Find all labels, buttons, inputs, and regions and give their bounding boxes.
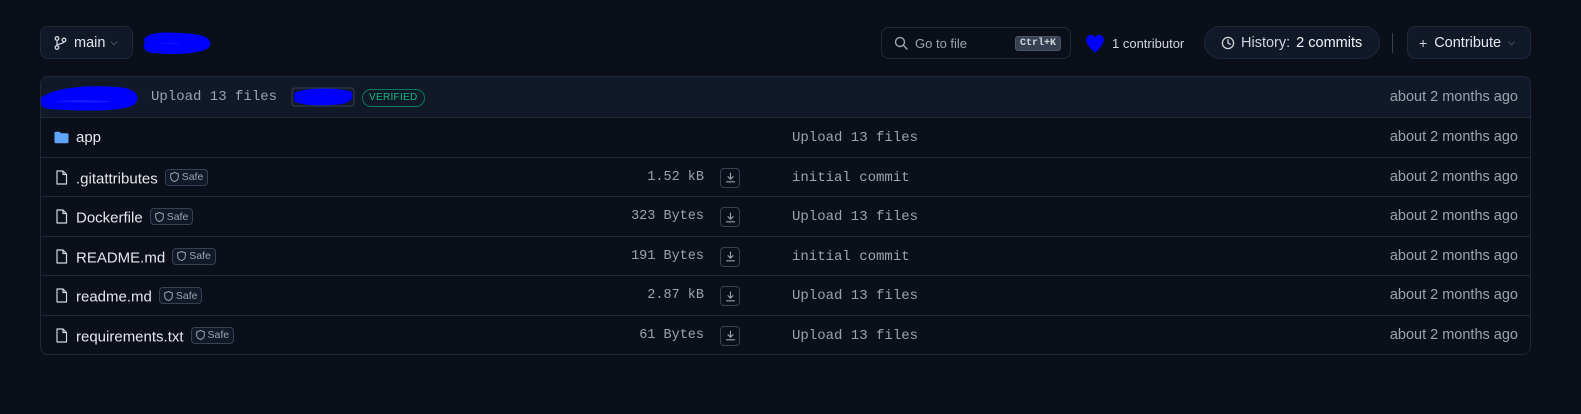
file-name-with-badge: requirements.txt Safe [76, 326, 235, 345]
file-row-requirements[interactable]: requirements.txt Safe 61 Bytes Upload 13 … [41, 315, 1530, 354]
file-size: 323 Bytes [631, 209, 704, 225]
file-commit-time: about 2 months ago [1389, 247, 1518, 264]
file-commit-message[interactable]: Upload 13 files [792, 130, 918, 146]
toolbar-divider [1392, 33, 1393, 53]
file-commit-message[interactable]: Upload 13 files [792, 328, 918, 344]
shield-icon [169, 172, 179, 183]
file-name[interactable]: readme.md [76, 289, 152, 306]
download-button[interactable] [720, 286, 740, 307]
chevron-down-icon: ⌵ [1508, 37, 1515, 47]
download-icon [725, 251, 735, 262]
go-to-file-search[interactable]: Go to file Ctrl+K [881, 27, 1071, 59]
file-name-with-badge: .gitattributes Safe [76, 168, 209, 187]
file-commit-time: about 2 months ago [1389, 208, 1518, 225]
file-icon [56, 328, 68, 343]
file-icon [56, 169, 68, 185]
file-commit-time: about 2 months ago [1389, 168, 1518, 185]
clock-icon [1221, 36, 1235, 49]
file-size: 191 Bytes [631, 248, 704, 264]
file-name[interactable]: .gitattributes [76, 170, 158, 187]
history-button[interactable]: History: 2 commits [1204, 26, 1380, 59]
contributor-avatar-redacted [1086, 34, 1104, 53]
verified-badge: VERIFIED [362, 89, 425, 107]
contribute-button[interactable]: + Contribute ⌵ [1407, 26, 1531, 59]
history-commit-count: 2 commits [1296, 34, 1363, 51]
file-commit-time: about 2 months ago [1389, 326, 1518, 343]
shield-icon [154, 211, 164, 222]
file-commit-time: about 2 months ago [1389, 129, 1518, 145]
safe-badge[interactable]: Safe [190, 326, 235, 344]
file-name[interactable]: README.md [76, 249, 165, 266]
download-button[interactable] [720, 246, 740, 267]
file-icon [56, 249, 68, 264]
file-commit-message[interactable]: Upload 13 files [792, 209, 918, 225]
file-size: 2.87 kB [647, 288, 704, 304]
file-commit-message[interactable]: Upload 13 files [792, 288, 918, 304]
file-size: 61 Bytes [639, 327, 704, 343]
file-name[interactable]: app [76, 129, 101, 146]
file-row-app[interactable]: app Upload 13 files about 2 months ago [41, 118, 1530, 158]
safe-label: Safe [189, 250, 211, 263]
file-name[interactable]: requirements.txt [76, 328, 184, 345]
safe-badge[interactable]: Safe [164, 168, 209, 186]
safe-label: Safe [207, 329, 230, 342]
contributors-count: 1 contributor [1112, 35, 1185, 51]
download-icon [725, 172, 735, 183]
safe-label: Safe [175, 289, 198, 302]
file-list: Upload 13 files VERIFIED about 2 months … [40, 76, 1531, 355]
safe-badge[interactable]: Safe [149, 208, 194, 226]
branch-selector-button[interactable]: main ⌵ [40, 26, 133, 59]
shield-icon [164, 290, 173, 301]
download-icon [725, 330, 735, 341]
redacted-username-scribble [143, 32, 211, 54]
shield-icon [177, 251, 186, 262]
download-button[interactable] [720, 325, 740, 346]
download-icon [725, 291, 735, 302]
branch-name: main [74, 34, 106, 51]
redacted-author-scribble [41, 86, 138, 111]
plus-icon: + [1419, 34, 1428, 51]
last-commit-header: Upload 13 files VERIFIED about 2 months … [41, 77, 1530, 118]
contributors-link[interactable]: 1 contributor [1084, 32, 1184, 54]
contribute-label: Contribute [1434, 34, 1502, 51]
file-name[interactable]: Dockerfile [76, 210, 143, 227]
last-commit-time: about 2 months ago [1389, 89, 1518, 105]
download-button[interactable] [720, 207, 740, 228]
file-icon [56, 288, 68, 303]
file-row-gitattributes[interactable]: .gitattributes Safe 1.52 kB initial commi… [41, 157, 1530, 198]
file-row-readme-lower[interactable]: readme.md Safe 2.87 kB Upload 13 files ab… [41, 276, 1530, 316]
keyboard-shortcut-badge: Ctrl+K [1014, 36, 1061, 51]
safe-label: Safe [166, 210, 189, 223]
file-name-with-badge: readme.md Safe [76, 287, 203, 306]
file-commit-message[interactable]: initial commit [792, 249, 910, 265]
file-row-dockerfile[interactable]: Dockerfile Safe 323 Bytes Upload 13 files… [41, 197, 1530, 237]
shield-icon [195, 330, 205, 341]
safe-badge[interactable]: Safe [172, 247, 216, 265]
safe-badge[interactable]: Safe [158, 287, 203, 305]
file-commit-time: about 2 months ago [1389, 287, 1518, 304]
file-name-with-badge: README.md Safe [76, 247, 216, 266]
file-commit-message[interactable]: initial commit [792, 170, 910, 186]
file-row-readme-upper[interactable]: README.md Safe 191 Bytes initial commit a… [41, 236, 1530, 277]
safe-label: Safe [181, 171, 204, 184]
history-label: History: [1241, 34, 1291, 51]
chevron-down-icon: ⌵ [110, 37, 118, 47]
git-branch-icon [54, 35, 67, 50]
last-commit-message[interactable]: Upload 13 files [151, 89, 277, 105]
download-button[interactable] [720, 167, 740, 188]
file-name-with-badge: Dockerfile Safe [76, 208, 194, 227]
redacted-commit-hash-scribble [291, 87, 355, 107]
folder-icon [54, 131, 69, 144]
file-icon [56, 209, 68, 224]
download-icon [725, 212, 735, 223]
repo-toolbar: main ⌵ Go to file Ctrl+K 1 contributor H… [40, 26, 1531, 60]
file-size: 1.52 kB [647, 169, 704, 185]
go-to-file-placeholder: Go to file [915, 35, 968, 51]
search-icon [894, 36, 908, 50]
